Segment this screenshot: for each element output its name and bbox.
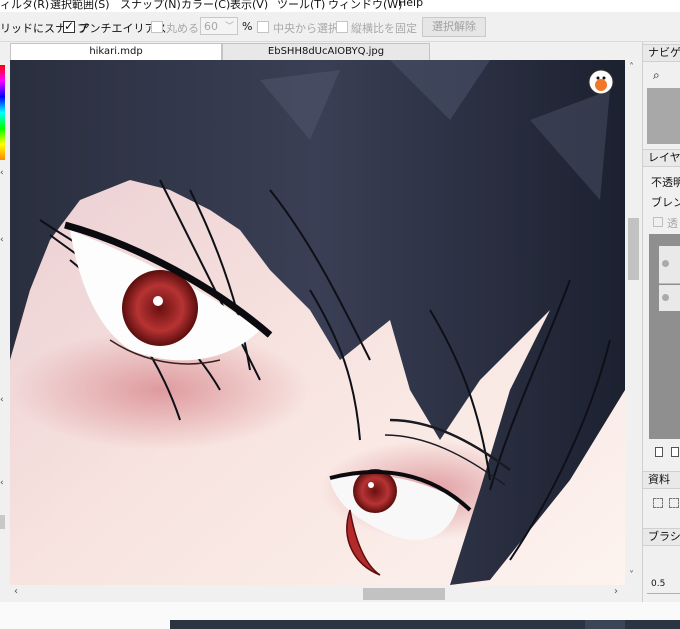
- material-panel-title[interactable]: 資料: [643, 471, 680, 489]
- center-select-label: 中央から選択: [273, 22, 339, 35]
- collapse-arrow-icon[interactable]: ‹: [0, 478, 8, 488]
- menu-selection[interactable]: 選択範囲(S): [50, 0, 110, 12]
- visibility-icon[interactable]: [662, 294, 669, 301]
- left-panel-handle[interactable]: [0, 515, 5, 529]
- drawing-canvas[interactable]: [10, 60, 625, 585]
- page-icon[interactable]: [655, 447, 663, 457]
- horizontal-scroll-thumb[interactable]: [363, 588, 445, 600]
- collapse-arrow-icon[interactable]: ‹: [0, 235, 8, 245]
- vertical-scrollbar[interactable]: ˄ ˅: [625, 60, 642, 585]
- menu-bar: ィルタ(R) 選択範囲(S) スナップ(N) カラー(C) 表示(V) ツール(…: [0, 0, 680, 12]
- vertical-scroll-thumb[interactable]: [628, 218, 639, 280]
- fix-ratio-label: 縦横比を固定: [351, 22, 417, 35]
- round-label: 丸める: [166, 22, 199, 35]
- opacity-label: 不透明: [651, 176, 680, 189]
- menu-tool[interactable]: ツール(T): [277, 0, 325, 12]
- layer-row[interactable]: [659, 285, 680, 311]
- brush-size-divider: [647, 593, 680, 594]
- menu-view[interactable]: 表示(V): [230, 0, 268, 12]
- visibility-icon[interactable]: [662, 260, 669, 267]
- chevron-down-icon: ﹀: [224, 22, 234, 32]
- scroll-left-icon[interactable]: ‹: [14, 586, 18, 597]
- artist-avatar-icon: [588, 69, 614, 95]
- collapse-arrow-icon[interactable]: ‹: [0, 395, 8, 405]
- fix-ratio-checkbox[interactable]: [336, 21, 348, 33]
- taskbar: [0, 602, 680, 629]
- menu-help[interactable]: Help: [398, 0, 423, 9]
- round-select[interactable]: 60 ﹀: [200, 17, 238, 35]
- navigator-panel-title[interactable]: ナビゲー: [643, 44, 680, 62]
- round-checkbox[interactable]: [151, 21, 163, 33]
- right-dock-panel: ナビゲー ⌕ レイヤー 不透明 ブレンド 透 資料 ブラシサ 0.5: [642, 42, 680, 602]
- scroll-up-icon[interactable]: ˄: [629, 62, 634, 73]
- clear-selection-button[interactable]: 選択解除: [422, 17, 486, 37]
- menu-window[interactable]: ウィンドウ(W): [328, 0, 402, 12]
- round-unit: %: [242, 20, 253, 33]
- scroll-right-icon[interactable]: ›: [614, 586, 618, 597]
- check-icon: ✓: [64, 19, 75, 33]
- center-select-checkbox[interactable]: [257, 21, 269, 33]
- page-icon[interactable]: [671, 447, 679, 457]
- collapse-arrow-icon[interactable]: ‹: [0, 168, 8, 178]
- brush-size-value[interactable]: 0.5: [651, 579, 665, 589]
- tab-hikari[interactable]: hikari.mdp: [10, 43, 222, 60]
- layer-panel-title[interactable]: レイヤー: [643, 149, 680, 167]
- artwork: [10, 60, 625, 585]
- menu-snap[interactable]: スナップ(N): [120, 0, 181, 12]
- layer-row[interactable]: [659, 246, 680, 284]
- left-panel: ‹ ‹ ‹ ‹: [0, 60, 10, 585]
- page-icon[interactable]: [653, 498, 663, 508]
- tab-reference-image[interactable]: EbSHH8dUcAIOBYQ.jpg: [222, 43, 430, 60]
- blend-label: ブレンド: [651, 196, 680, 209]
- brush-size-panel-title[interactable]: ブラシサ: [643, 528, 680, 546]
- layer-list[interactable]: [649, 234, 680, 439]
- protect-checkbox[interactable]: [653, 217, 663, 227]
- material-toolbar: [643, 491, 680, 517]
- hue-strip-icon[interactable]: [0, 65, 5, 160]
- taskbar-button[interactable]: [585, 620, 625, 629]
- antialias-checkbox[interactable]: ✓: [63, 19, 75, 33]
- zoom-icon[interactable]: ⌕: [653, 68, 660, 83]
- horizontal-scrollbar[interactable]: ‹ ›: [10, 585, 625, 602]
- tool-options-bar: リッドにスナップ ✓ アンチエイリアス 丸める % 中央から選択 縦横比を固定: [0, 12, 680, 42]
- menu-color[interactable]: カラー(C): [181, 0, 230, 12]
- page-icon[interactable]: [669, 498, 679, 508]
- navigator-preview[interactable]: [647, 88, 680, 144]
- round-value: 60: [204, 20, 218, 33]
- protect-label: 透: [667, 217, 678, 230]
- scroll-down-icon[interactable]: ˅: [629, 570, 634, 581]
- document-tabs: hikari.mdp EbSHH8dUcAIOBYQ.jpg: [10, 42, 628, 60]
- menu-filter[interactable]: ィルタ(R): [0, 0, 49, 12]
